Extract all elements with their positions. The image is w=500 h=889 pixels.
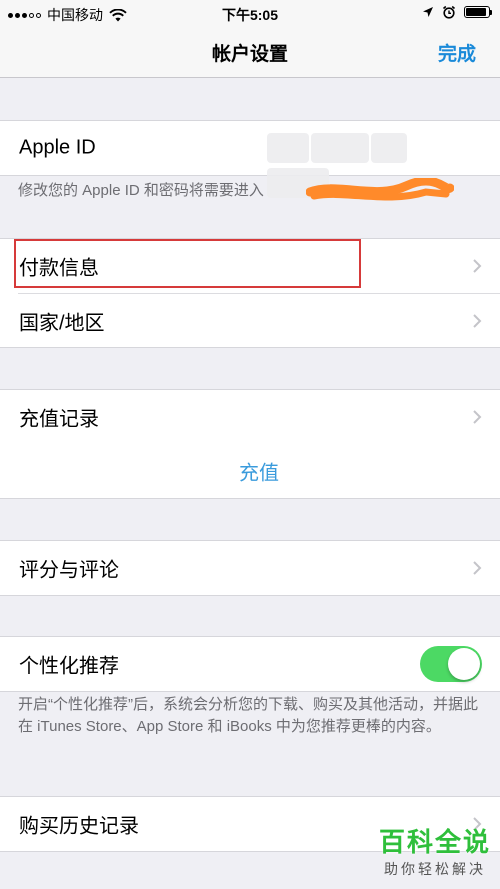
country-region-row[interactable]: 国家/地区	[18, 293, 500, 347]
apple-id-label: Apple ID	[19, 136, 96, 159]
recharge-row[interactable]: 充值	[18, 444, 500, 498]
redaction-scribble	[306, 178, 454, 201]
country-region-label: 国家/地区	[19, 312, 105, 334]
recharge-group: 充值记录 充值	[0, 389, 500, 499]
watermark-logo: 百科全说 助你轻松解决	[376, 822, 494, 879]
apple-id-footer-text: 修改您的 Apple ID 和密码将需要进入	[18, 182, 264, 199]
personalization-group: 个性化推荐	[0, 636, 500, 692]
navigation-bar: 帐户设置 完成	[0, 28, 500, 78]
apple-id-value-blurred	[267, 133, 472, 198]
personalized-recommendations-toggle[interactable]	[420, 646, 482, 682]
personalized-recommendations-row: 个性化推荐	[0, 637, 500, 691]
review-group: 评分与评论	[0, 540, 500, 596]
watermark-main: 百科全说	[378, 827, 491, 857]
recharge-history-row[interactable]: 充值记录	[0, 390, 500, 444]
battery-icon	[464, 6, 492, 18]
apple-id-group: Apple ID	[0, 120, 500, 198]
chevron-right-icon	[473, 259, 482, 273]
purchase-history-label: 购买历史记录	[19, 815, 139, 838]
location-arrow-icon	[423, 7, 433, 17]
ratings-reviews-row[interactable]: 评分与评论	[0, 541, 500, 595]
chevron-right-icon	[473, 410, 482, 424]
personalization-footer: 开启“个性化推荐”后，系统会分析您的下载、购买及其他活动，并据此在 iTunes…	[18, 694, 482, 738]
alarm-clock-icon	[442, 5, 456, 19]
personalized-recommendations-label: 个性化推荐	[19, 655, 119, 678]
apple-id-row[interactable]: Apple ID	[0, 121, 500, 198]
watermark-sub: 助你轻松解决	[384, 861, 486, 877]
payment-info-label: 付款信息	[19, 257, 99, 280]
status-bar: 中国移动 下午5:05	[0, 0, 500, 28]
chevron-right-icon	[473, 561, 482, 575]
recharge-button[interactable]: 充值	[18, 457, 500, 486]
personalization-footer-text: 开启“个性化推荐”后，系统会分析您的下载、购买及其他活动，并据此在 iTunes…	[18, 696, 478, 735]
chevron-right-icon	[473, 313, 482, 328]
toggle-knob	[448, 648, 480, 680]
recharge-history-label: 充值记录	[19, 408, 99, 431]
payment-info-row[interactable]: 付款信息	[0, 239, 500, 293]
payment-group: 付款信息 国家/地区	[0, 238, 500, 348]
done-button[interactable]: 完成	[438, 39, 476, 66]
ratings-reviews-label: 评分与评论	[19, 559, 119, 582]
page-title: 帐户设置	[211, 44, 288, 65]
